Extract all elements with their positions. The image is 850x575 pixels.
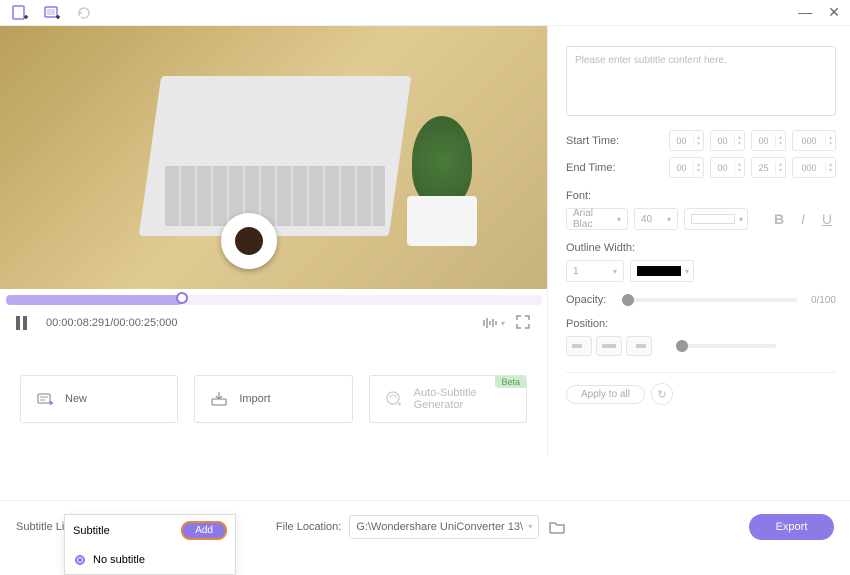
- title-bar: — ✕: [0, 0, 850, 26]
- font-label: Font:: [566, 190, 836, 202]
- refresh-icon[interactable]: [74, 3, 94, 23]
- timeline-scrubber[interactable]: [6, 295, 542, 305]
- new-subtitle-button[interactable]: New: [20, 375, 178, 423]
- import-icon: [209, 389, 229, 409]
- underline-button[interactable]: U: [818, 210, 836, 228]
- import-subtitle-button[interactable]: Import: [194, 375, 352, 423]
- auto-subtitle-button[interactable]: Beta Auto-Subtitle Generator: [369, 375, 527, 423]
- position-left-button[interactable]: [566, 336, 592, 356]
- start-hours[interactable]: 00▴▾: [669, 130, 704, 151]
- opacity-value: 0/100: [811, 295, 836, 306]
- opacity-slider[interactable]: [622, 298, 797, 302]
- outline-color-select[interactable]: ▾: [630, 260, 694, 282]
- open-folder-icon[interactable]: [547, 517, 567, 537]
- radio-selected-icon: [75, 555, 85, 565]
- end-seconds[interactable]: 25▴▾: [751, 157, 786, 178]
- start-minutes[interactable]: 00▴▾: [710, 130, 745, 151]
- import-label: Import: [239, 393, 270, 405]
- start-ms[interactable]: 000▴▾: [792, 130, 836, 151]
- position-center-button[interactable]: [596, 336, 622, 356]
- pause-button[interactable]: [16, 316, 30, 330]
- position-right-button[interactable]: [626, 336, 652, 356]
- font-color-select[interactable]: ▾: [684, 208, 748, 230]
- font-family-select[interactable]: Arial Blac▾: [566, 208, 628, 230]
- file-location-select[interactable]: G:\Wondershare UniConverter 13\SubEd ▾: [349, 515, 539, 539]
- reset-button[interactable]: ↻: [651, 383, 673, 405]
- font-size-select[interactable]: 40▾: [634, 208, 678, 230]
- new-label: New: [65, 393, 87, 405]
- position-slider[interactable]: [676, 344, 776, 348]
- end-hours[interactable]: 00▴▾: [669, 157, 704, 178]
- waveform-icon[interactable]: ▾: [482, 316, 505, 330]
- outline-label: Outline Width:: [566, 242, 836, 254]
- add-video-icon[interactable]: [42, 3, 62, 23]
- new-icon: [35, 389, 55, 409]
- file-location-label: File Location:: [276, 521, 341, 533]
- position-label: Position:: [566, 318, 836, 330]
- start-seconds[interactable]: 00▴▾: [751, 130, 786, 151]
- auto-icon: [384, 389, 404, 409]
- add-file-icon[interactable]: [10, 3, 30, 23]
- bold-button[interactable]: B: [770, 210, 788, 228]
- minimize-button[interactable]: —: [798, 4, 812, 21]
- start-time-label: Start Time:: [566, 135, 632, 147]
- opacity-label: Opacity:: [566, 294, 616, 306]
- outline-width-select[interactable]: 1▾: [566, 260, 624, 282]
- fullscreen-icon[interactable]: [515, 314, 531, 333]
- video-preview[interactable]: [0, 26, 547, 289]
- beta-badge: Beta: [495, 376, 526, 388]
- end-minutes[interactable]: 00▴▾: [710, 157, 745, 178]
- subtitle-option-none[interactable]: No subtitle: [65, 546, 235, 574]
- close-button[interactable]: ✕: [828, 4, 840, 21]
- add-subtitle-button[interactable]: Add: [181, 521, 227, 540]
- italic-button[interactable]: I: [794, 210, 812, 228]
- time-display: 00:00:08:291/00:00:25:000: [46, 317, 178, 329]
- subtitle-text-input[interactable]: Please enter subtitle content here.: [566, 46, 836, 116]
- apply-to-all-button[interactable]: Apply to all: [566, 385, 645, 404]
- popup-title: Subtitle: [73, 525, 110, 537]
- subtitle-list-popup: Subtitle Add No subtitle: [64, 514, 236, 575]
- end-ms[interactable]: 000▴▾: [792, 157, 836, 178]
- auto-label: Auto-Subtitle Generator: [414, 387, 512, 411]
- export-button[interactable]: Export: [749, 514, 834, 540]
- end-time-label: End Time:: [566, 162, 632, 174]
